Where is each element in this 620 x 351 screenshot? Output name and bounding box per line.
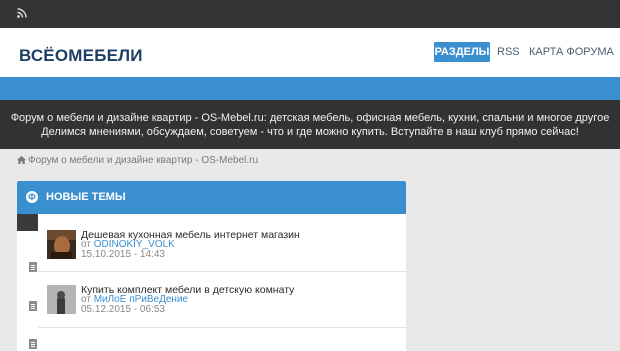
row-divider <box>38 271 406 272</box>
new-topics-panel: Ф НОВЫЕ ТЕМЫ Дешевая кухонная мебель инт… <box>17 181 406 351</box>
accent-bar <box>0 77 620 100</box>
panel-header: Ф НОВЫЕ ТЕМЫ <box>17 181 406 214</box>
topic-document-icon <box>29 339 37 349</box>
breadcrumb: Форум о мебели и дизайне квартир - OS-Me… <box>17 155 258 167</box>
topic-document-icon <box>29 262 37 272</box>
banner-line-1: Форум о мебели и дизайне квартир - OS-Me… <box>10 112 610 124</box>
site-logo[interactable]: ВСЁОМЕБЕЛИ <box>19 47 143 65</box>
panel-side-tab <box>17 214 38 231</box>
forum-icon: Ф <box>26 191 38 203</box>
panel-title: НОВЫЕ ТЕМЫ <box>46 191 126 203</box>
top-bar <box>0 0 620 28</box>
rss-icon[interactable] <box>17 8 27 18</box>
forum-banner: Форум о мебели и дизайне квартир - OS-Me… <box>0 100 620 149</box>
avatar[interactable] <box>47 285 76 314</box>
nav-sections-button[interactable]: РАЗДЕЛЫ <box>434 42 490 62</box>
topic-date: 15.10.2015 - 14:43 <box>81 249 165 260</box>
topic-date: 05.12.2015 - 06:53 <box>81 304 165 315</box>
topic-document-icon <box>29 301 37 311</box>
avatar[interactable] <box>47 230 76 259</box>
banner-line-2: Делимся мнениями, обсуждаем, советуем - … <box>41 126 579 138</box>
home-icon[interactable] <box>17 156 26 164</box>
breadcrumb-link[interactable]: Форум о мебели и дизайне квартир - OS-Me… <box>28 155 258 166</box>
nav-forum-map-link[interactable]: КАРТА ФОРУМА <box>529 45 614 59</box>
nav-rss-link[interactable]: RSS <box>497 45 520 59</box>
row-divider <box>38 327 406 328</box>
